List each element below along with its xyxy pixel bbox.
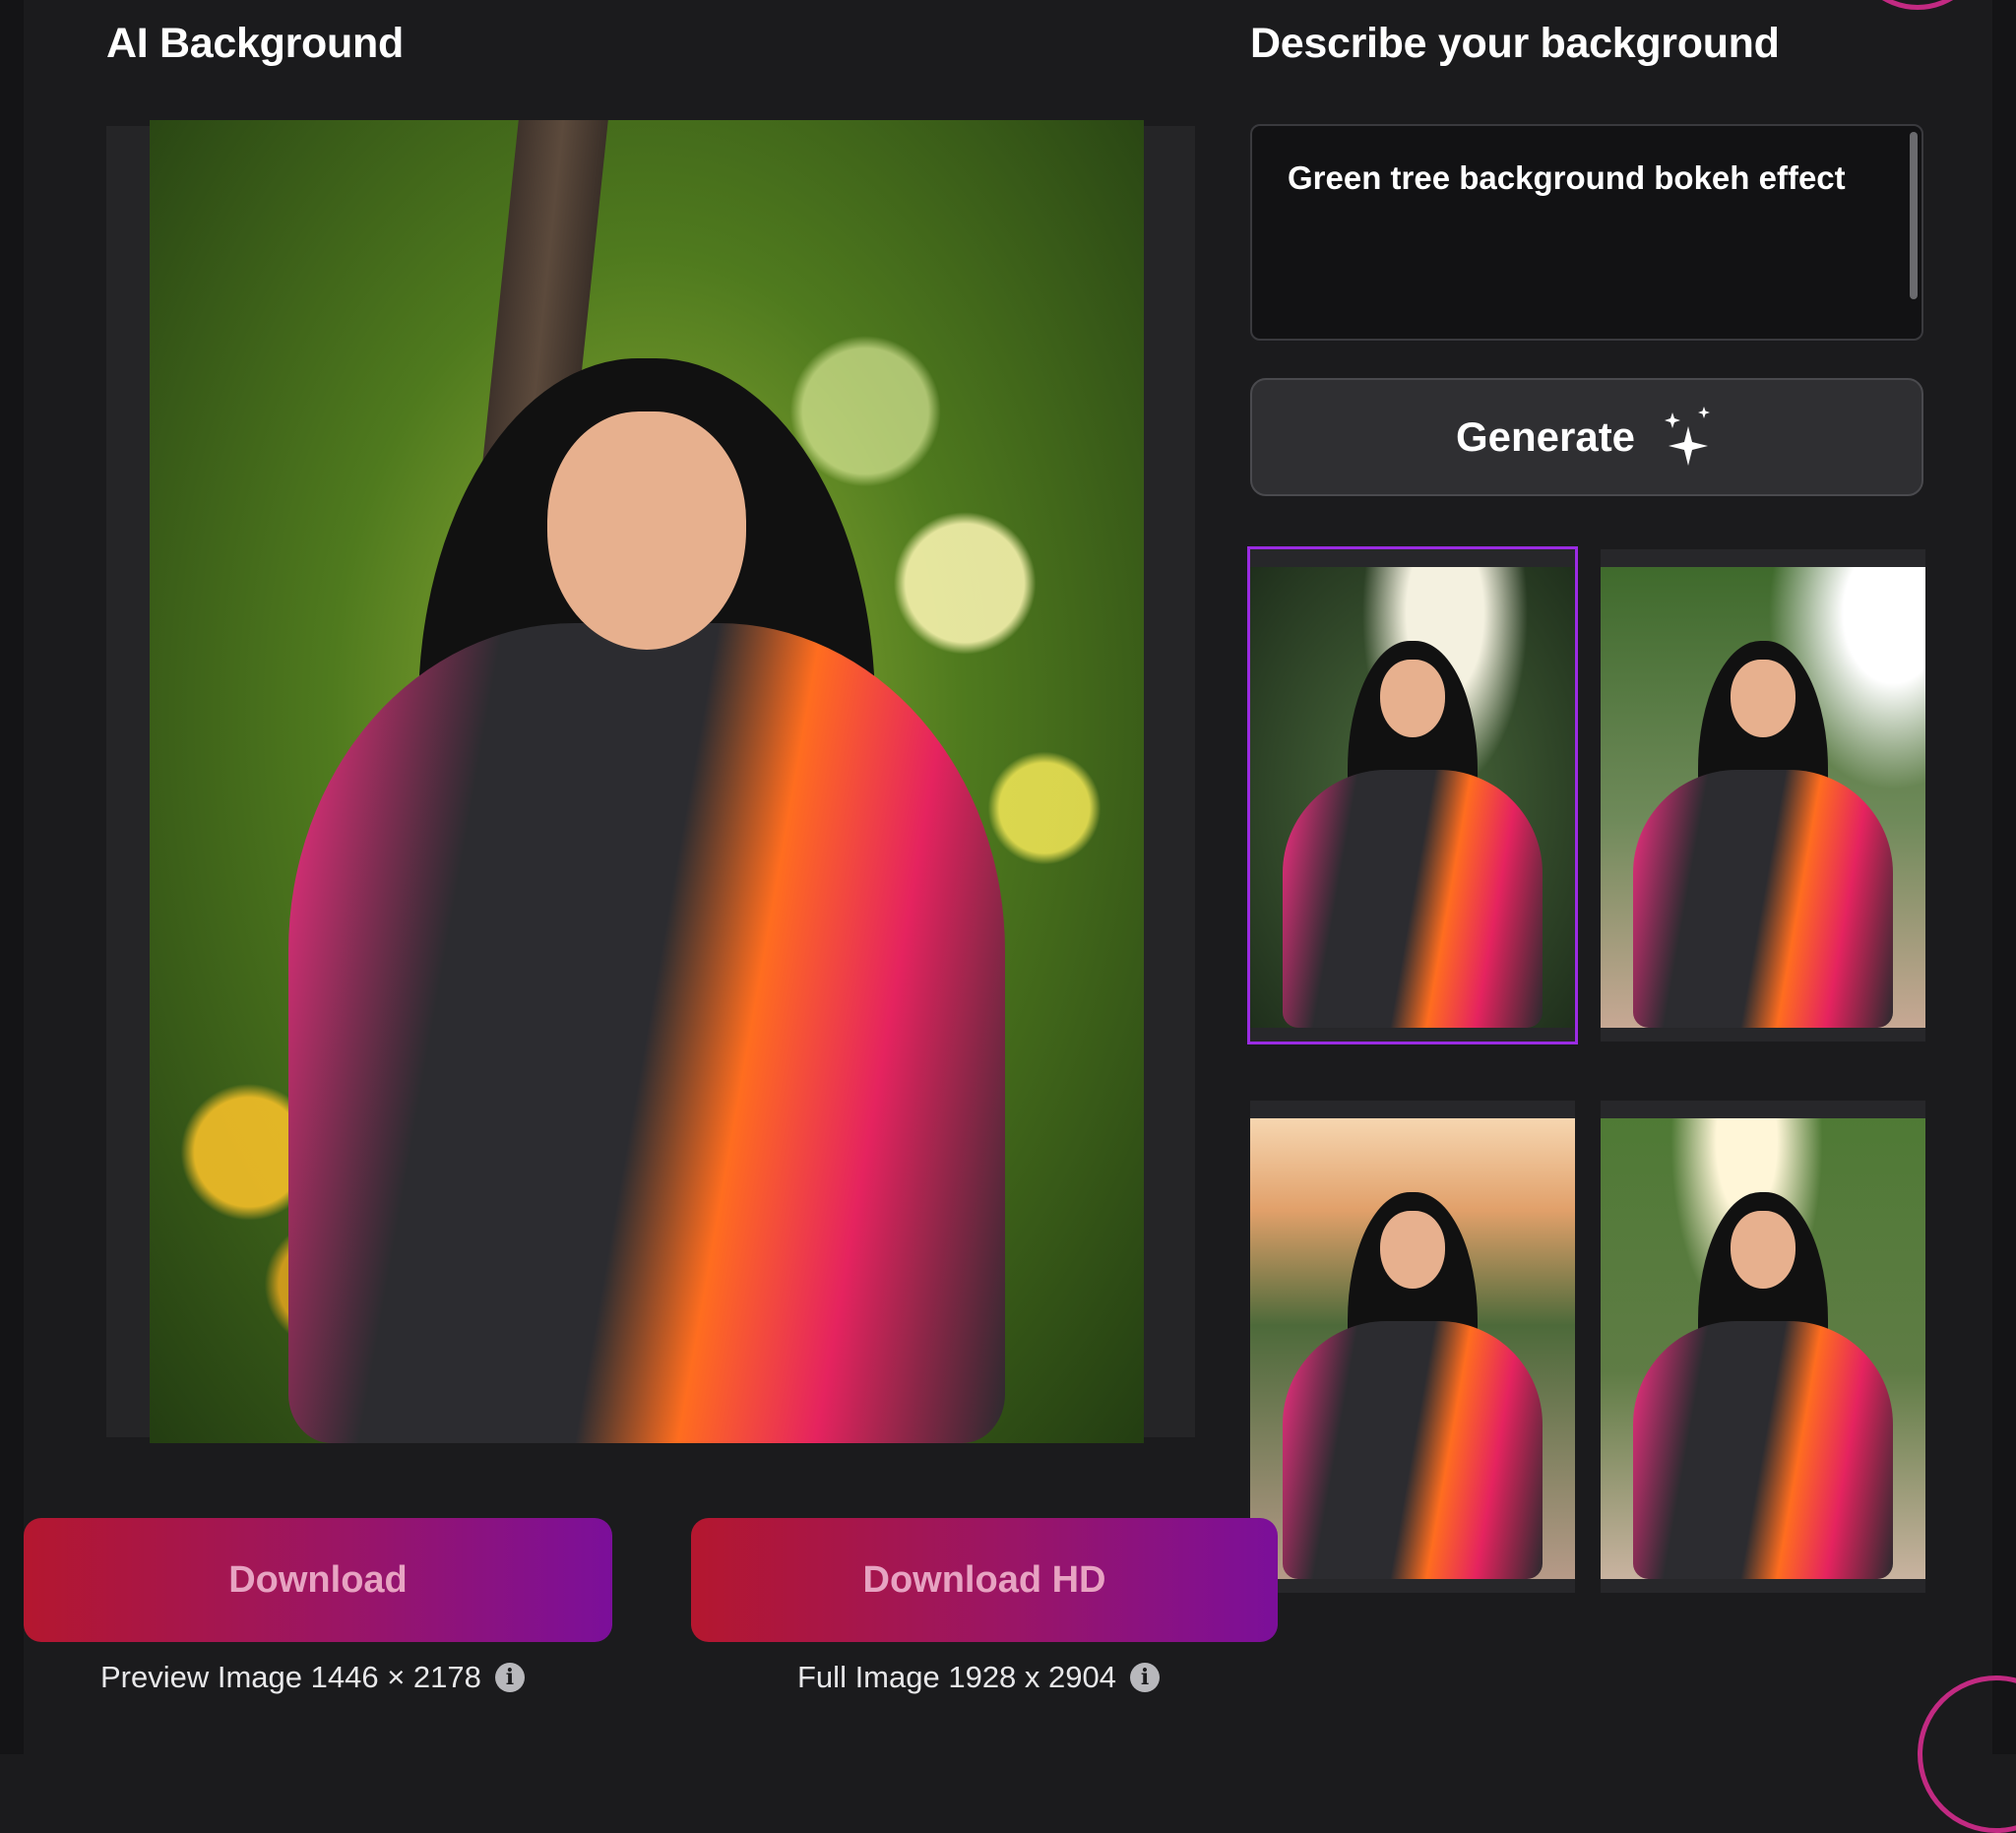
figure-face xyxy=(1731,659,1796,738)
figure-body xyxy=(1283,1320,1543,1579)
thumbnail-1[interactable] xyxy=(1247,546,1578,1044)
confirm-button[interactable] xyxy=(1918,1675,2016,1833)
thumbnail-image xyxy=(1250,567,1575,1028)
background-prompt-input[interactable]: Green tree background bokeh effect xyxy=(1250,124,1923,341)
thumbnail-2[interactable] xyxy=(1601,549,1925,1042)
figure-body xyxy=(288,622,1005,1443)
generate-button[interactable]: Generate xyxy=(1250,378,1923,496)
prompt-text: Green tree background bokeh effect xyxy=(1288,159,1846,196)
thumbnail-4[interactable] xyxy=(1601,1101,1925,1593)
panel-title: AI Background xyxy=(106,20,404,67)
preview-size-info: Preview Image 1446 × 2178 i xyxy=(100,1660,525,1695)
download-button[interactable]: Download xyxy=(24,1518,612,1642)
full-size-info: Full Image 1928 x 2904 i xyxy=(797,1660,1160,1695)
right-edge xyxy=(1992,0,2016,1754)
generate-label: Generate xyxy=(1455,413,1636,460)
download-hd-button[interactable]: Download HD xyxy=(691,1518,1278,1642)
corner-decoration xyxy=(1849,0,1986,10)
figure-face xyxy=(1380,659,1445,738)
figure-face xyxy=(547,411,746,650)
thumbnail-image xyxy=(1601,1118,1925,1579)
download-label: Download xyxy=(228,1558,408,1601)
describe-title: Describe your background xyxy=(1250,20,1780,67)
thumbnail-image xyxy=(1601,567,1925,1028)
figure-body xyxy=(1633,1320,1893,1579)
full-size-text: Full Image 1928 x 2904 xyxy=(797,1660,1116,1694)
sparkle-icon xyxy=(1665,407,1711,466)
thumbnail-3[interactable] xyxy=(1250,1101,1575,1593)
info-icon[interactable]: i xyxy=(1130,1663,1160,1692)
left-edge xyxy=(0,0,24,1754)
figure-face xyxy=(1380,1210,1445,1290)
figure-face xyxy=(1731,1210,1796,1290)
preview-size-text: Preview Image 1446 × 2178 xyxy=(100,1660,481,1694)
thumbnail-image xyxy=(1250,1118,1575,1579)
preview-image xyxy=(150,120,1144,1443)
figure-body xyxy=(1633,769,1893,1028)
figure-body xyxy=(1283,769,1543,1028)
download-hd-label: Download HD xyxy=(862,1558,1106,1601)
info-icon[interactable]: i xyxy=(494,1663,525,1692)
textbox-scrollbar[interactable] xyxy=(1910,132,1918,299)
